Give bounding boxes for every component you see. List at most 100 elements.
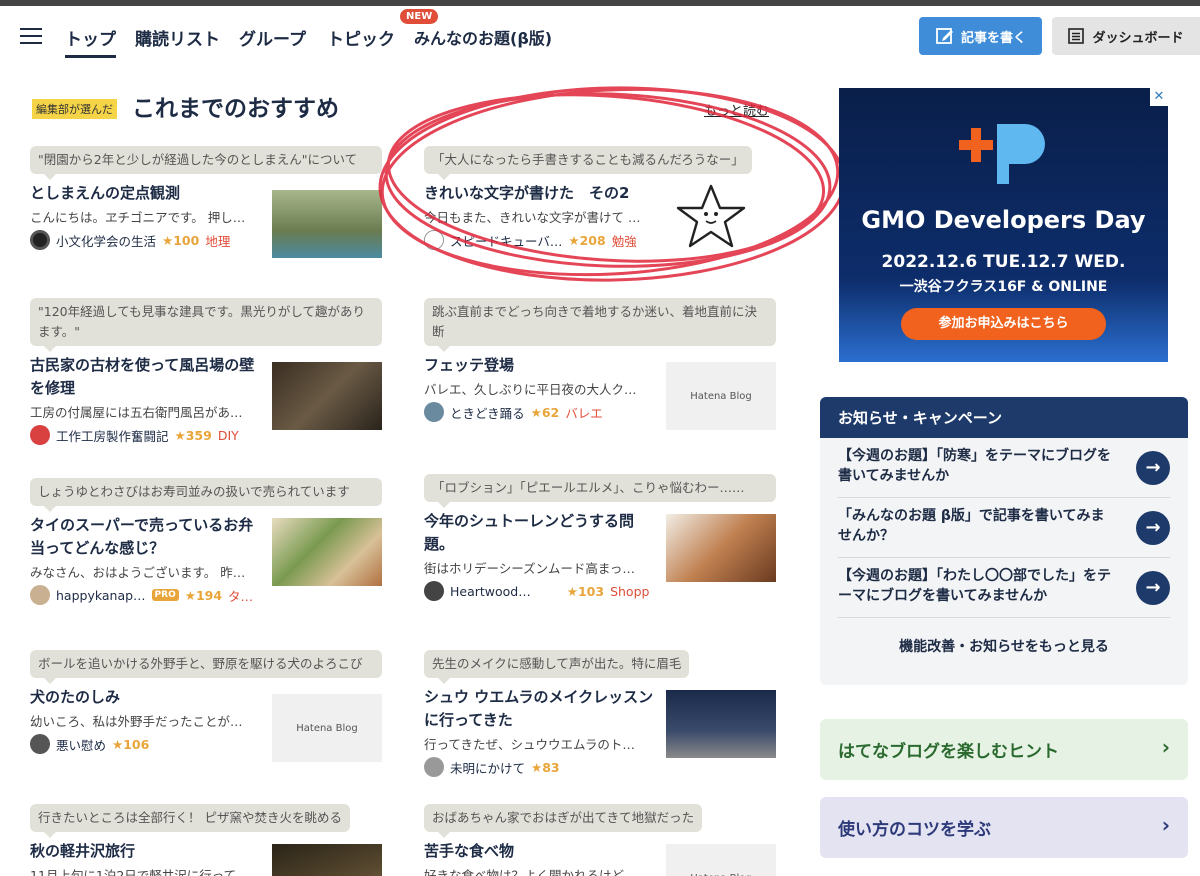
card-title[interactable]: としまえんの定点観測 — [30, 182, 265, 205]
card-title[interactable]: タイのスーパーで売っているお弁当ってどんな感じ？ — [30, 514, 265, 560]
star-count: ★359 — [174, 427, 212, 443]
article-card[interactable]: ボールを追いかける外野手と、野原を駆ける犬のよろこび 犬のたのしみ 幼いころ、私… — [30, 650, 382, 762]
hint-link-enjoy-blog[interactable]: はてなブログを楽しむヒント › — [820, 719, 1188, 780]
card-title[interactable]: きれいな文字が書けた その2 — [424, 182, 659, 205]
starfish-icon — [676, 184, 746, 248]
write-article-label: 記事を書く — [960, 30, 1026, 46]
advertisement-banner[interactable]: ✕ GMO Developers Day 2022.12.6 TUE.12.7 … — [839, 88, 1168, 362]
card-title[interactable]: シュウ ウエムラのメイクレッスンに行ってきた — [424, 686, 659, 732]
article-card[interactable]: "閉園から2年と少しが経過した今のとしまえん"について としまえんの定点観測 こ… — [30, 146, 382, 258]
card-quote: しょうゆとわさびはお寿司並みの扱いで売られています — [30, 478, 382, 512]
avatar[interactable] — [30, 585, 50, 605]
card-thumbnail[interactable] — [272, 190, 382, 258]
card-title[interactable]: 古民家の古材を使って風呂場の壁を修理 — [30, 354, 265, 400]
dashboard-button[interactable]: ダッシュボード — [1052, 17, 1200, 55]
blog-name[interactable]: 工作工房製作奮闘記 — [56, 426, 169, 445]
card-quote: 跳ぶ直前までどっち向きで着地するか迷い、着地直前に決断 — [424, 298, 776, 352]
notice-item[interactable]: 「みんなのお題 β版」で記事を書いてみませんか？ → — [838, 498, 1170, 558]
more-link[interactable]: もっと読む — [704, 100, 769, 119]
notice-item[interactable]: 【今週のお題】「防寒」をテーマにブログを書いてみませんか → — [838, 438, 1170, 498]
notice-item[interactable]: 【今週のお題】「わたし〇〇部でした」をテーマにブログを書いてみませんか → — [838, 558, 1170, 618]
notice-more-link[interactable]: 機能改善・お知らせをもっと見る — [820, 636, 1188, 656]
card-title[interactable]: 秋の軽井沢旅行 — [30, 840, 265, 863]
avatar[interactable] — [30, 734, 50, 754]
star-count: ★194 — [184, 587, 223, 603]
card-thumbnail[interactable] — [272, 518, 382, 586]
top-navigation: トップ 購読リスト グループ トピック NEW みんなのお題(β版) 記事を書く… — [0, 6, 1200, 68]
article-card[interactable]: "120年経過しても見事な建具です。黒光りがして趣があります。" 古民家の古材を… — [30, 298, 382, 445]
hint-label: 使い方のコツを学ぶ — [838, 820, 991, 840]
arrow-right-icon[interactable]: → — [1136, 451, 1170, 485]
card-thumbnail[interactable]: Hatena Blog — [666, 362, 776, 430]
blog-name[interactable]: 悪い慰め — [56, 735, 106, 754]
write-article-button[interactable]: 記事を書く — [919, 17, 1042, 55]
new-badge: NEW — [400, 9, 439, 24]
card-title[interactable]: 犬のたのしみ — [30, 686, 265, 709]
blog-name[interactable]: スピードキューバ… — [450, 231, 562, 250]
tab-topics[interactable]: トピック — [327, 25, 395, 50]
category-label[interactable]: 勉強 — [612, 231, 637, 250]
category-label[interactable]: タ… — [228, 586, 253, 605]
article-card[interactable]: 先生のメイクに感動して声が出た。特に眉毛 シュウ ウエムラのメイクレッスンに行っ… — [424, 650, 776, 777]
hatena-blog-placeholder: Hatena Blog — [296, 722, 358, 734]
tab-everyone-themes[interactable]: みんなのお題(β版) — [414, 25, 552, 49]
card-quote: 行きたいところは全部行く！ ピザ窯や焚き火を眺める — [30, 804, 350, 838]
star-count: ★106 — [112, 736, 150, 752]
notice-campaign-box: お知らせ・キャンペーン 【今週のお題】「防寒」をテーマにブログを書いてみませんか… — [820, 397, 1188, 685]
blog-name[interactable]: Heartwood… — [450, 584, 531, 599]
article-card[interactable]: しょうゆとわさびはお寿司並みの扱いで売られています タイのスーパーで売っているお… — [30, 478, 382, 605]
section-tag: 編集部が選んだ — [32, 99, 117, 119]
ad-cta-button[interactable]: 参加お申込みはこちら — [901, 308, 1106, 340]
arrow-right-icon[interactable]: → — [1136, 511, 1170, 545]
blog-name[interactable]: ときどき踊る — [450, 403, 525, 422]
card-title[interactable]: フェッテ登場 — [424, 354, 659, 377]
avatar[interactable] — [424, 581, 444, 601]
avatar[interactable] — [30, 425, 50, 445]
article-card[interactable]: おばあちゃん家でおはぎが出てきて地獄だった 苦手な食べ物 好きな食べ物は？よく聞… — [424, 804, 776, 876]
section-title: これまでのおすすめ — [132, 96, 339, 122]
ad-date: 2022.12.6 TUE.12.7 WED. — [881, 252, 1126, 272]
article-card[interactable]: 行きたいところは全部行く！ ピザ窯や焚き火を眺める 秋の軽井沢旅行 11月上旬に… — [30, 804, 382, 876]
arrow-right-icon[interactable]: → — [1136, 571, 1170, 605]
tab-subscriptions[interactable]: 購読リスト — [135, 25, 220, 50]
card-thumbnail[interactable] — [666, 514, 776, 582]
card-thumbnail[interactable]: Hatena Blog — [272, 694, 382, 762]
blog-name[interactable]: happykanap… — [56, 588, 146, 603]
category-label[interactable]: DIY — [218, 428, 239, 443]
close-icon[interactable]: ✕ — [1150, 88, 1168, 106]
blog-name[interactable]: 小文化学会の生活 — [56, 231, 156, 250]
card-thumbnail[interactable]: Hatena Blog — [666, 844, 776, 876]
category-label[interactable]: Shopp — [610, 584, 649, 599]
card-thumbnail[interactable] — [272, 362, 382, 430]
card-thumbnail[interactable] — [666, 182, 766, 250]
card-title[interactable]: 苦手な食べ物 — [424, 840, 659, 863]
blog-name[interactable]: 未明にかけて — [450, 758, 525, 777]
article-card[interactable]: 「ロブション」「ピエールエルメ」、こりゃ悩むわー…… 今年のシュトーレンどうする… — [424, 474, 776, 601]
article-card[interactable]: 「大人になったら手書きすることも減るんだろうなー」 きれいな文字が書けた その2… — [424, 146, 776, 250]
hatena-blog-placeholder: Hatena Blog — [690, 390, 752, 402]
card-quote: 先生のメイクに感動して声が出た。特に眉毛 — [424, 650, 690, 684]
notice-item-label: 「みんなのお題 β版」で記事を書いてみませんか？ — [838, 508, 1105, 544]
tab-top[interactable]: トップ — [65, 25, 116, 58]
avatar[interactable] — [424, 230, 444, 250]
article-card[interactable]: 跳ぶ直前までどっち向きで着地するか迷い、着地直前に決断 フェッテ登場 バレエ、久… — [424, 298, 776, 430]
card-thumbnail[interactable] — [272, 844, 382, 876]
avatar[interactable] — [424, 402, 444, 422]
card-excerpt: みなさん、おはようございます。 昨… — [30, 565, 246, 580]
card-excerpt: 行ってきたぜ、シュウウエムラのト… — [424, 737, 635, 752]
card-thumbnail[interactable] — [666, 690, 776, 758]
pro-badge: PRO — [151, 589, 179, 601]
hint-link-usage-tips[interactable]: 使い方のコツを学ぶ › — [820, 797, 1188, 858]
card-excerpt: 好きな食べ物は？よく聞かれるけど… — [424, 868, 637, 876]
card-quote: "閉園から2年と少しが経過した今のとしまえん"について — [30, 146, 382, 180]
menu-icon[interactable] — [20, 28, 42, 46]
tab-groups[interactable]: グループ — [239, 25, 306, 50]
category-label[interactable]: バレエ — [565, 403, 603, 422]
avatar[interactable] — [424, 757, 444, 777]
ad-venue: 一渋谷フクラス16F & ONLINE — [899, 279, 1108, 295]
card-excerpt: 街はホリデーシーズンムード高まっ… — [424, 561, 635, 576]
card-title[interactable]: 今年のシュトーレンどうする問題。 — [424, 510, 659, 556]
card-quote: 「ロブション」「ピエールエルメ」、こりゃ悩むわー…… — [424, 474, 776, 508]
category-label[interactable]: 地理 — [205, 231, 230, 250]
avatar[interactable] — [30, 230, 50, 250]
